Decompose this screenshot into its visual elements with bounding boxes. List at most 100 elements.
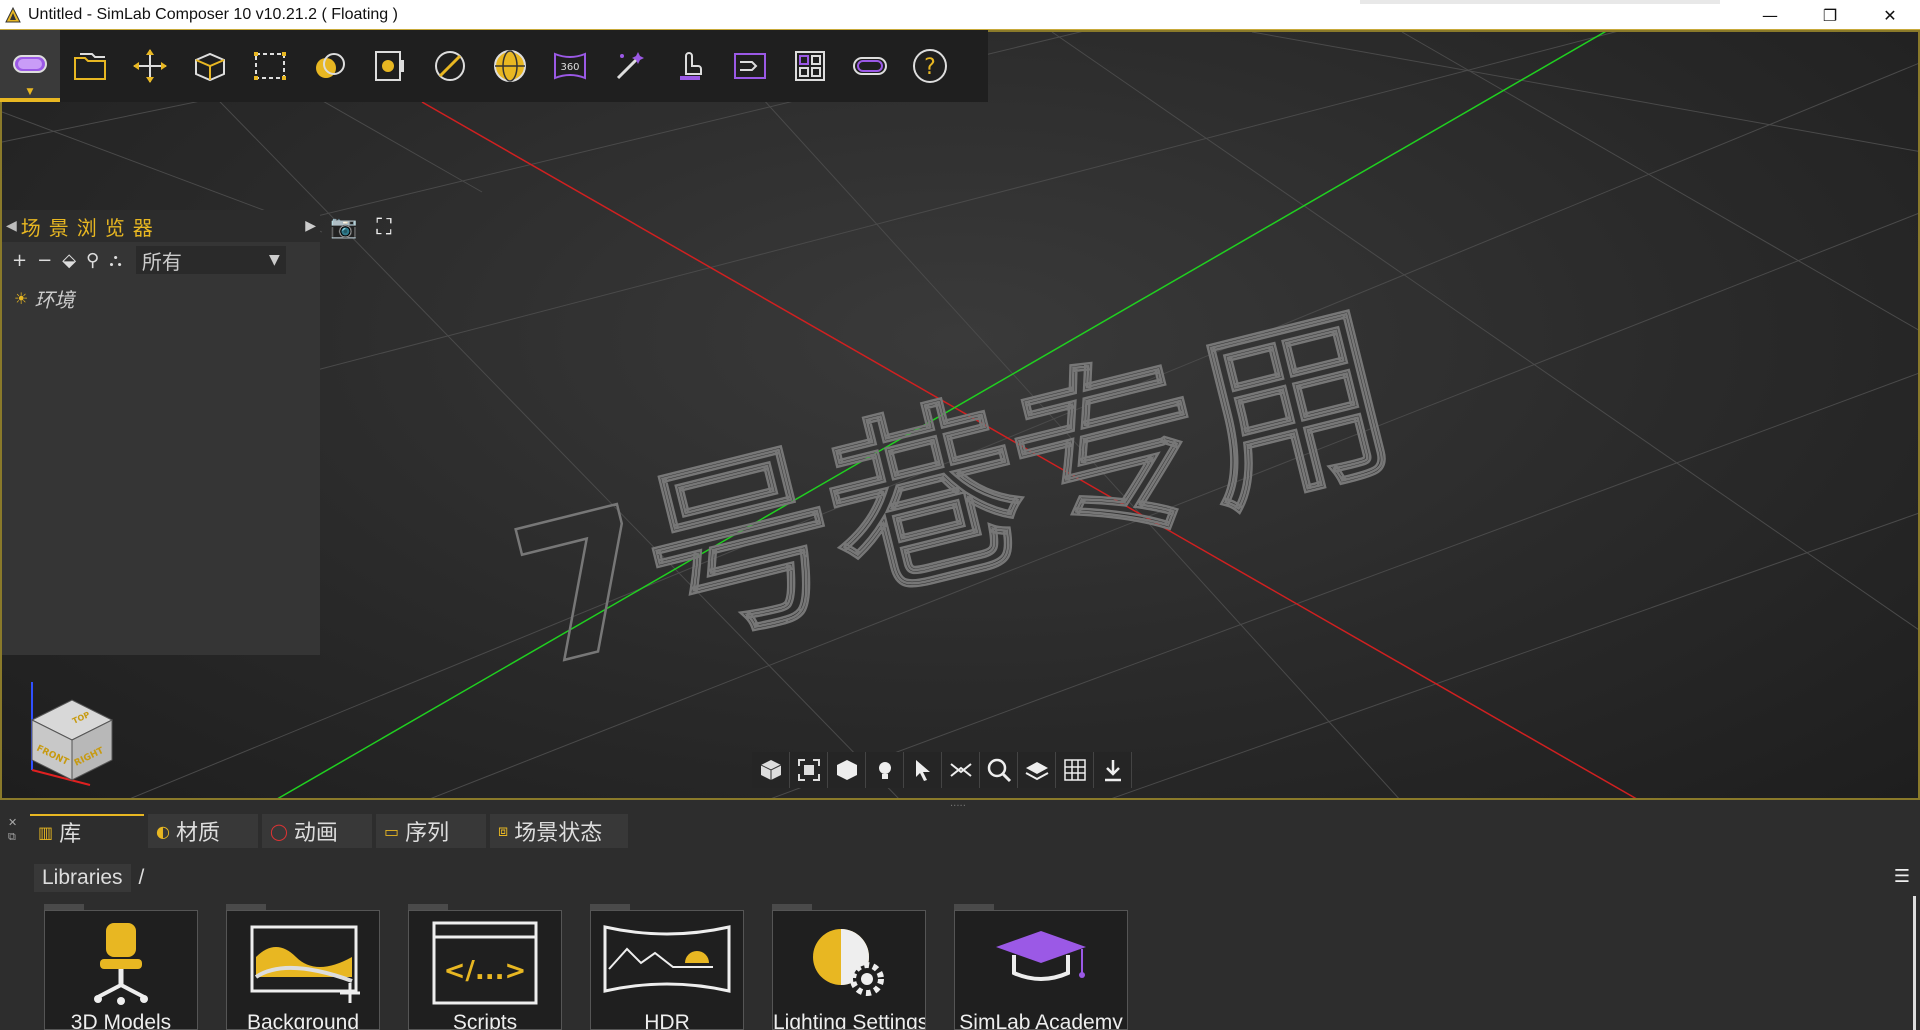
background-image-icon: [250, 925, 360, 1003]
solid-cube-icon: [836, 760, 857, 780]
library-hdr[interactable]: HDR: [590, 904, 744, 1030]
tag-icon[interactable]: ⬙: [62, 250, 76, 271]
view-cube[interactable]: TOP FRONT RIGHT: [22, 680, 122, 790]
materials-icon: [316, 53, 345, 78]
svg-text:?: ?: [924, 55, 936, 80]
animation-icon: ◯: [270, 821, 288, 841]
tab-label: 动画: [293, 821, 338, 846]
minimize-button[interactable]: —: [1740, 0, 1800, 30]
restore-button[interactable]: ❐: [1800, 0, 1860, 30]
panorama-360-button[interactable]: 360: [540, 30, 600, 102]
tab-animation[interactable]: ◯ 动画: [262, 814, 372, 848]
vr-headset-icon: [13, 55, 47, 73]
layout-icon: [795, 51, 825, 81]
effects-button[interactable]: [600, 30, 660, 102]
move-icon: [133, 49, 167, 83]
add-camera-view-icon[interactable]: ⛶: [368, 214, 400, 240]
library-label: Lighting Settings: [773, 1011, 926, 1030]
layout-button[interactable]: [780, 30, 840, 102]
breadcrumb-root[interactable]: Libraries: [34, 864, 131, 892]
library-3d-models[interactable]: 3D Models: [44, 904, 198, 1030]
breadcrumb-separator: /: [138, 866, 145, 889]
pin-panel-icon[interactable]: ▶: [305, 218, 316, 234]
tab-sequence[interactable]: ▭ 序列: [376, 814, 486, 848]
vr-view-button[interactable]: [840, 30, 900, 102]
library-label: Scripts: [452, 1011, 518, 1030]
code-icon: </...>: [432, 921, 538, 1005]
shading-button[interactable]: [828, 752, 866, 788]
search-icon[interactable]: ⚲: [86, 250, 99, 271]
materials-button[interactable]: [300, 30, 360, 102]
selection-button[interactable]: [240, 30, 300, 102]
library-background[interactable]: Background: [226, 904, 380, 1030]
navigate-button[interactable]: [942, 752, 980, 788]
library-card: Background: [226, 910, 380, 1030]
scene-filter-select[interactable]: 所有 ▼: [135, 246, 286, 274]
material-icon: ◐: [156, 821, 170, 841]
x-axis-line: [421, 101, 1637, 798]
disable-button[interactable]: [420, 30, 480, 102]
select-mode-button[interactable]: [904, 752, 942, 788]
library-card: HDR: [590, 910, 744, 1030]
drop-to-ground-button[interactable]: [1094, 752, 1132, 788]
grid-icon: [1063, 759, 1086, 781]
breadcrumb: Libraries /: [34, 862, 144, 894]
scene-state-icon: ⧈: [498, 821, 509, 840]
add-icon[interactable]: +: [12, 250, 27, 271]
move-button[interactable]: [120, 30, 180, 102]
fit-view-button[interactable]: [790, 752, 828, 788]
render-icon: [375, 51, 404, 81]
zoom-button[interactable]: [980, 752, 1018, 788]
library-grid: 3D Models Background </...> Scripts HDR …: [44, 904, 1128, 1030]
fit-screen-icon: [797, 759, 820, 781]
tab-scene-states[interactable]: ⧈ 场景状态: [490, 814, 628, 848]
library-label: HDR: [644, 1011, 690, 1030]
dropdown-arrow-icon: ▼: [26, 87, 34, 97]
vr-headset-button[interactable]: ▼: [0, 30, 60, 102]
chevron-down-icon: ▼: [269, 252, 280, 268]
remove-icon[interactable]: −: [37, 250, 52, 271]
interaction-button[interactable]: [660, 30, 720, 102]
panel-splitter[interactable]: ·····: [950, 801, 966, 812]
hdr-panorama-icon: [603, 925, 731, 993]
grid-button[interactable]: [1056, 752, 1094, 788]
vertical-scrollbar[interactable]: [1913, 896, 1916, 1030]
y-axis-line: [277, 32, 1607, 798]
hierarchy-icon[interactable]: ⛬: [109, 250, 122, 271]
panel-side-icons[interactable]: ✕ ⧉: [8, 816, 17, 844]
library-simlab-academy[interactable]: SimLab Academy: [954, 904, 1128, 1030]
app-logo-icon: [5, 6, 21, 22]
layers-button[interactable]: [1018, 752, 1056, 788]
library-lighting-settings[interactable]: Lighting Settings: [772, 904, 926, 1030]
zoom-icon: [987, 758, 1011, 783]
tree-item-environment[interactable]: ☀ 环境: [14, 284, 308, 313]
svg-text:</...>: </...>: [444, 956, 527, 986]
scene-tree: ☀ 环境: [2, 278, 320, 319]
camera-icon[interactable]: 📷: [328, 214, 360, 240]
sequence-tab-icon: ▭: [384, 821, 400, 841]
edit-box-icon: [195, 52, 225, 82]
svg-text:360: 360: [560, 62, 579, 73]
edit-geometry-button[interactable]: [180, 30, 240, 102]
tab-materials[interactable]: ◐ 材质: [148, 814, 258, 848]
tab-library[interactable]: ▥ 库: [30, 814, 144, 848]
collapse-left-icon[interactable]: ◀: [6, 218, 17, 234]
touch-icon: [680, 52, 702, 80]
help-button[interactable]: ?: [900, 30, 960, 102]
render-button[interactable]: [360, 30, 420, 102]
list-view-icon[interactable]: ☰: [1894, 866, 1910, 887]
library-card: </...> Scripts: [408, 910, 562, 1030]
library-card: 3D Models: [44, 910, 198, 1030]
library-scripts[interactable]: </...> Scripts: [408, 904, 562, 1030]
view-mode-button[interactable]: [752, 752, 790, 788]
tab-label: 库: [59, 822, 82, 847]
environment-button[interactable]: [480, 30, 540, 102]
sequence-button[interactable]: [720, 30, 780, 102]
sequence-icon: [734, 53, 766, 79]
lighting-button[interactable]: [866, 752, 904, 788]
close-button[interactable]: ✕: [1860, 0, 1920, 30]
360-icon: 360: [554, 52, 586, 80]
help-icon: ?: [913, 49, 947, 83]
open-button[interactable]: [60, 30, 120, 102]
layers-icon: [1025, 762, 1048, 781]
